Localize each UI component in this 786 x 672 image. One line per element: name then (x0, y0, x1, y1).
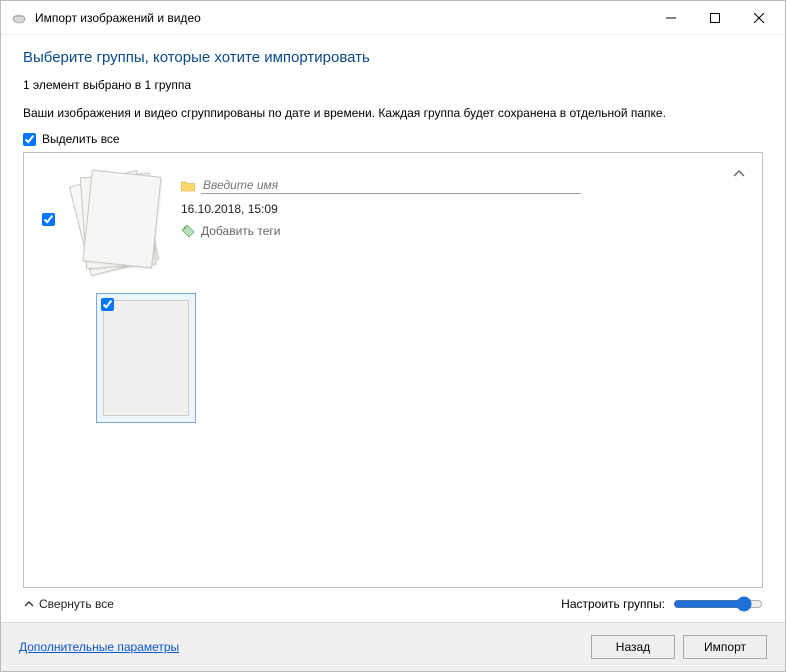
maximize-icon (710, 13, 720, 23)
minimize-button[interactable] (649, 3, 693, 33)
advanced-options-link[interactable]: Дополнительные параметры (19, 640, 179, 654)
item-checkbox[interactable] (101, 298, 114, 311)
item-preview (103, 300, 189, 416)
add-tags-label: Добавить теги (201, 224, 280, 238)
groups-container: 16.10.2018, 15:09 Добавить теги (23, 152, 763, 588)
folder-icon (181, 180, 195, 192)
group-date-row: 16.10.2018, 15:09 (181, 202, 744, 216)
maximize-button[interactable] (693, 3, 737, 33)
collapse-group-icon[interactable] (732, 167, 746, 181)
item-thumbnail[interactable] (96, 293, 196, 423)
group-meta: 16.10.2018, 15:09 Добавить теги (181, 167, 744, 238)
group-thumbnail[interactable] (73, 171, 163, 281)
select-all-row[interactable]: Выделить все (23, 132, 763, 146)
page-heading: Выберите группы, которые хотите импортир… (23, 49, 763, 66)
close-button[interactable] (737, 3, 781, 33)
import-button[interactable]: Импорт (683, 635, 767, 659)
item-row (96, 293, 744, 423)
group-zoom-slider[interactable] (673, 596, 763, 612)
content-area: Выберите группы, которые хотите импортир… (1, 35, 785, 622)
explanation-text: Ваши изображения и видео сгруппированы п… (23, 106, 763, 120)
import-window: Импорт изображений и видео Выберите груп… (0, 0, 786, 672)
group-name-input[interactable] (201, 177, 581, 194)
app-icon (11, 10, 27, 26)
titlebar: Импорт изображений и видео (1, 1, 785, 35)
group-name-row (181, 177, 744, 194)
group-date: 16.10.2018, 15:09 (181, 202, 278, 216)
add-tags-row[interactable]: Добавить теги (181, 224, 744, 238)
footer: Дополнительные параметры Назад Импорт (1, 622, 785, 671)
back-button[interactable]: Назад (591, 635, 675, 659)
group-header-row: 16.10.2018, 15:09 Добавить теги (42, 167, 744, 281)
chevron-up-icon (23, 598, 35, 610)
window-controls (649, 3, 781, 33)
minimize-icon (666, 13, 676, 23)
window-title: Импорт изображений и видео (35, 11, 201, 25)
selection-status: 1 элемент выбрано в 1 группа (23, 78, 763, 92)
select-all-label: Выделить все (42, 132, 120, 146)
collapse-all-label: Свернуть все (39, 597, 114, 611)
group-checkbox[interactable] (42, 213, 55, 226)
tag-icon (181, 224, 195, 238)
select-all-checkbox[interactable] (23, 133, 36, 146)
bottom-toolbar: Свернуть все Настроить группы: (23, 588, 763, 622)
collapse-all-button[interactable]: Свернуть все (23, 597, 114, 611)
zoom-slider-label: Настроить группы: (561, 597, 665, 611)
close-icon (754, 13, 764, 23)
